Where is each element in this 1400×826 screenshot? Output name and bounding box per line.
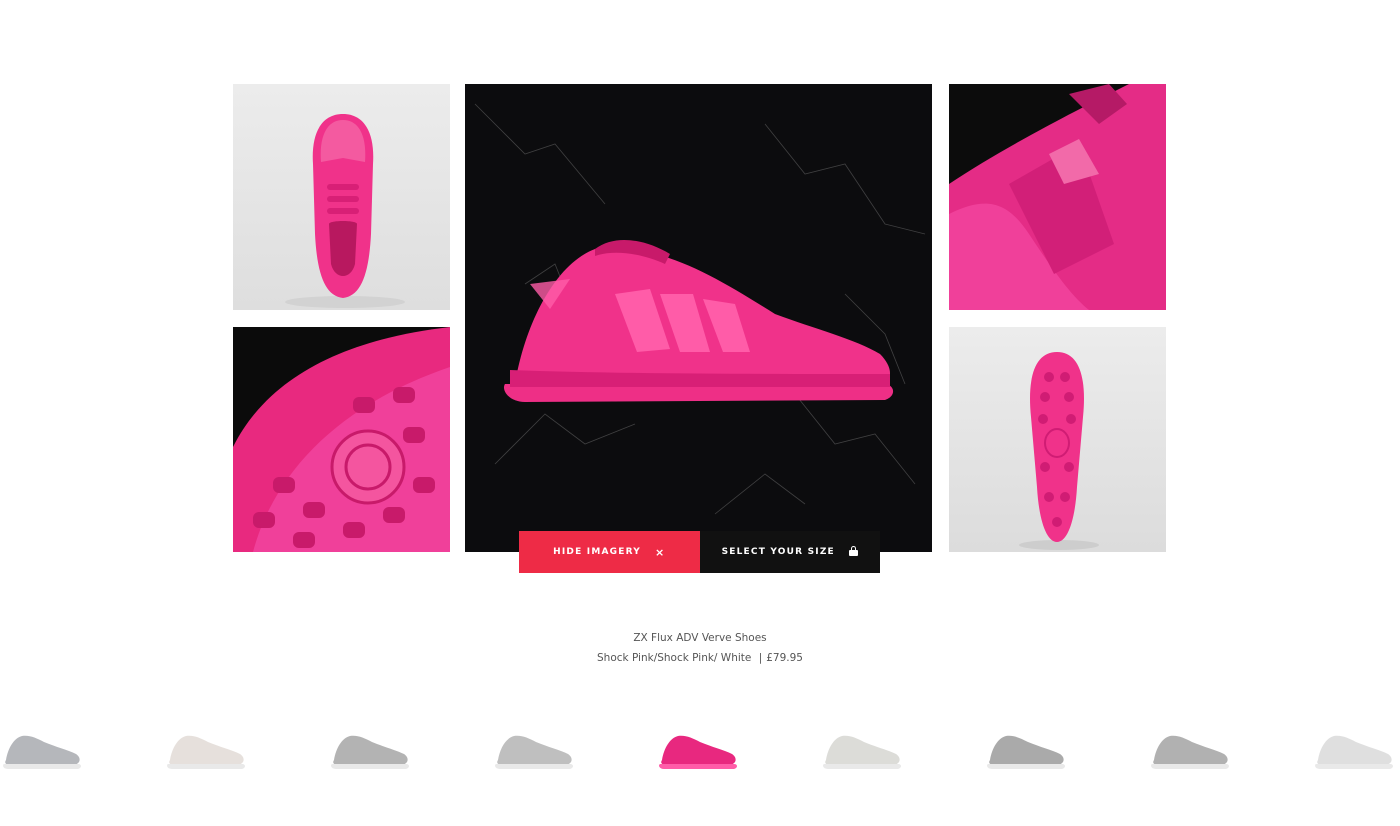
shoe-icon (659, 735, 737, 769)
color-variant-carousel (0, 720, 1400, 780)
product-image-outsole[interactable] (233, 327, 450, 552)
product-colorway: Shock Pink/Shock Pink/ White (597, 652, 752, 664)
product-name: ZX Flux ADV Verve Shoes (633, 632, 767, 644)
variant-thumbnail[interactable] (164, 720, 248, 776)
hide-imagery-button[interactable]: HIDE IMAGERY × (519, 531, 700, 573)
variant-thumbnail[interactable] (656, 720, 740, 776)
product-info: ZX Flux ADV Verve Shoes Shock Pink/Shock… (0, 628, 1400, 668)
product-actions: HIDE IMAGERY × SELECT YOUR SIZE (519, 531, 880, 573)
variant-thumbnail[interactable] (328, 720, 412, 776)
variant-thumbnail[interactable] (1312, 720, 1396, 776)
shopping-bag-icon (848, 546, 858, 556)
product-price: £79.95 (766, 652, 803, 664)
shoe-icon (331, 735, 409, 769)
variant-thumbnail[interactable] (0, 720, 84, 776)
shoe-icon (823, 735, 901, 769)
product-meta: Shock Pink/Shock Pink/ White | £79.95 (0, 648, 1400, 668)
sole-view-image (1019, 352, 1099, 550)
outsole-closeup-image (233, 327, 450, 552)
product-image-top-view[interactable] (233, 84, 450, 310)
shoe-side-view-image (465, 84, 932, 552)
shoe-icon (987, 735, 1065, 769)
shoe-icon (167, 735, 245, 769)
heel-detail-image (949, 84, 1166, 310)
select-size-button[interactable]: SELECT YOUR SIZE (699, 531, 880, 573)
product-image-hero[interactable] (465, 84, 932, 552)
shoe-icon (495, 735, 573, 769)
close-icon: × (654, 545, 666, 559)
variant-thumbnail[interactable] (820, 720, 904, 776)
variant-thumbnail[interactable] (984, 720, 1068, 776)
hide-imagery-label: HIDE IMAGERY (553, 547, 641, 557)
product-image-heel-detail[interactable] (949, 84, 1166, 310)
variant-thumbnail[interactable] (1148, 720, 1232, 776)
select-size-label: SELECT YOUR SIZE (721, 547, 835, 557)
shoe-icon (3, 735, 81, 769)
shoe-icon (1315, 735, 1393, 769)
variant-thumbnail[interactable] (492, 720, 576, 776)
product-image-sole[interactable] (949, 327, 1166, 552)
shoe-icon (1151, 735, 1229, 769)
price-separator: | (758, 652, 763, 664)
shoe-top-view-image (285, 114, 405, 308)
